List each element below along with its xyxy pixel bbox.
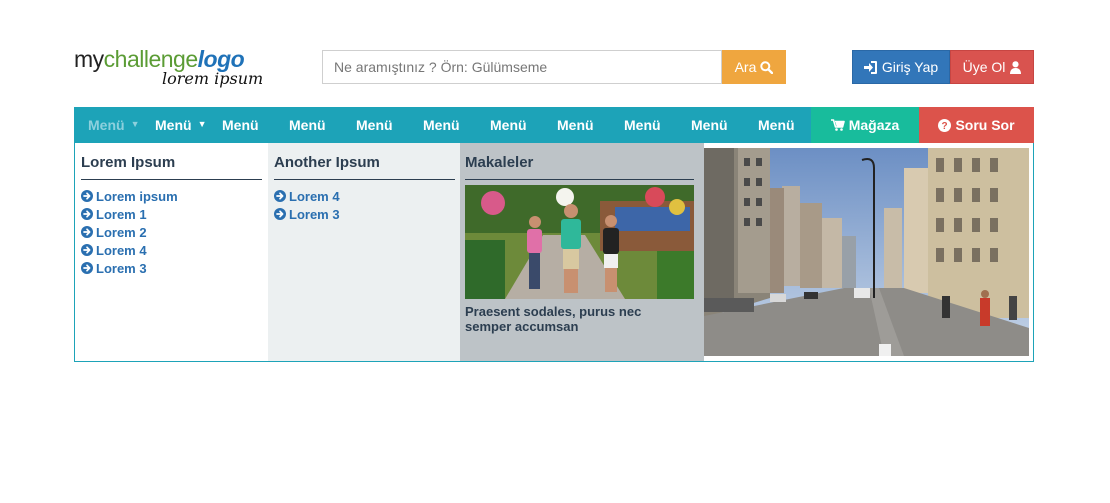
- svg-text:?: ?: [942, 121, 948, 132]
- caret-down-icon: ▼: [197, 119, 207, 129]
- column-title: Lorem Ipsum: [81, 154, 176, 171]
- nav-item-label: Menü: [155, 117, 192, 133]
- nav-item-label: Menü: [356, 117, 393, 133]
- nav-item-label: Menü: [758, 117, 795, 133]
- register-label: Üye Ol: [962, 59, 1006, 75]
- column-title: Another Ipsum: [274, 154, 380, 171]
- menu-link-label: Lorem 3: [289, 206, 340, 222]
- column-title: Makaleler: [465, 154, 534, 171]
- menu-link-label: Lorem 4: [289, 188, 340, 204]
- column-divider: [81, 179, 262, 180]
- nav-item-label: Menü: [289, 117, 326, 133]
- logo[interactable]: mychallengelogo lorem ipsum: [74, 46, 264, 92]
- column-divider: [274, 179, 455, 180]
- login-button[interactable]: Giriş Yap: [852, 50, 950, 84]
- menu-column-lorem: Lorem Ipsum Lorem ipsum Lorem 1 Lorem 2 …: [75, 143, 268, 361]
- nav-item-6[interactable]: Menü: [423, 107, 460, 143]
- menu-link-label: Lorem 3: [96, 260, 147, 276]
- caret-down-icon: ▼: [130, 119, 140, 129]
- menu-link[interactable]: Lorem 3: [274, 205, 340, 223]
- main-nav: Menü ▼ Menü ▼ Menü Menü Menü Menü Menü Men…: [74, 107, 1034, 143]
- ask-label: Soru Sor: [955, 117, 1015, 133]
- sign-in-icon: [863, 60, 877, 74]
- nav-item-label: Menü: [423, 117, 460, 133]
- cart-icon: [830, 119, 845, 131]
- search-input[interactable]: [322, 50, 722, 84]
- menu-link[interactable]: Lorem 2: [81, 223, 178, 241]
- arrow-circle-right-icon: [81, 190, 93, 202]
- nav-item-label: Menü: [88, 117, 125, 133]
- menu-link-label: Lorem ipsum: [96, 188, 178, 204]
- nav-item-1[interactable]: Menü ▼: [88, 107, 139, 143]
- menu-link-label: Lorem 2: [96, 224, 147, 240]
- arrow-circle-right-icon: [81, 208, 93, 220]
- nav-item-label: Menü: [624, 117, 661, 133]
- nav-item-9[interactable]: Menü: [624, 107, 661, 143]
- menu-link[interactable]: Lorem 4: [274, 187, 340, 205]
- menu-link-label: Lorem 1: [96, 206, 147, 222]
- nav-item-4[interactable]: Menü: [289, 107, 326, 143]
- nav-item-10[interactable]: Menü: [691, 107, 728, 143]
- menu-link[interactable]: Lorem 4: [81, 241, 178, 259]
- nav-item-7[interactable]: Menü: [490, 107, 527, 143]
- user-icon: [1010, 60, 1022, 74]
- menu-link[interactable]: Lorem 1: [81, 205, 178, 223]
- arrow-circle-right-icon: [274, 208, 286, 220]
- nav-item-label: Menü: [222, 117, 259, 133]
- shop-label: Mağaza: [848, 117, 900, 133]
- register-button[interactable]: Üye Ol: [950, 50, 1034, 84]
- nav-item-label: Menü: [557, 117, 594, 133]
- mega-menu: Lorem Ipsum Lorem ipsum Lorem 1 Lorem 2 …: [74, 143, 1034, 362]
- arrow-circle-right-icon: [81, 244, 93, 256]
- arrow-circle-right-icon: [81, 262, 93, 274]
- arrow-circle-right-icon: [81, 226, 93, 238]
- login-label: Giriş Yap: [881, 59, 939, 75]
- menu-link-label: Lorem 4: [96, 242, 147, 258]
- shop-button[interactable]: Mağaza: [811, 107, 919, 143]
- nav-item-label: Menü: [490, 117, 527, 133]
- menu-column-articles: Makaleler Praesent sodales, purus nec se…: [460, 143, 704, 361]
- arrow-circle-right-icon: [274, 190, 286, 202]
- nav-item-3[interactable]: Menü: [222, 107, 259, 143]
- search-icon: [760, 60, 774, 74]
- nav-item-5[interactable]: Menü: [356, 107, 393, 143]
- column-divider: [465, 179, 694, 180]
- search-button[interactable]: Ara: [722, 50, 786, 84]
- nav-item-2[interactable]: Menü ▼: [155, 107, 206, 143]
- menu-link[interactable]: Lorem ipsum: [81, 187, 178, 205]
- search-button-label: Ara: [734, 59, 757, 75]
- logo-tagline: lorem ipsum: [162, 69, 264, 88]
- nav-item-11[interactable]: Menü: [758, 107, 795, 143]
- menu-column-another: Another Ipsum Lorem 4 Lorem 3: [268, 143, 460, 361]
- article-caption[interactable]: Praesent sodales, purus nec semper accum…: [465, 304, 680, 334]
- article-image[interactable]: [465, 185, 694, 299]
- question-icon: ?: [938, 118, 952, 132]
- ask-question-button[interactable]: ? Soru Sor: [919, 107, 1034, 143]
- nav-item-label: Menü: [691, 117, 728, 133]
- menu-link[interactable]: Lorem 3: [81, 259, 178, 277]
- city-street-image: [704, 148, 1029, 356]
- nav-item-8[interactable]: Menü: [557, 107, 594, 143]
